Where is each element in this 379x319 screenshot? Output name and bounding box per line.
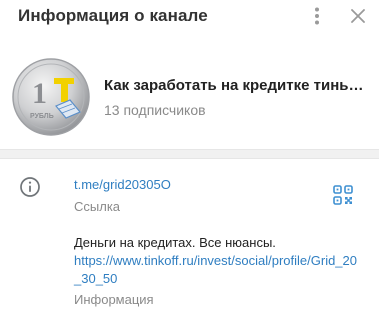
info-icon xyxy=(20,177,40,197)
more-vertical-icon xyxy=(315,7,319,25)
more-options-button[interactable] xyxy=(305,4,329,28)
panel-title: Информация о канале xyxy=(18,6,208,25)
section-divider xyxy=(0,149,379,159)
channel-name[interactable]: Как заработать на кредитке тинькофф xyxy=(104,77,366,94)
coin-label: РУБЛЬ xyxy=(30,113,54,120)
coin-avatar-image: 1 РУБЛЬ xyxy=(10,56,92,138)
coin-digit: 1 xyxy=(32,77,47,110)
close-icon xyxy=(351,9,365,23)
channel-description: Деньги на кредитах. Все нюансы. https://… xyxy=(74,234,364,288)
qr-code-icon xyxy=(333,185,353,205)
channel-link[interactable]: t.me/grid20305O xyxy=(74,177,171,192)
close-button[interactable] xyxy=(346,4,370,28)
header: Информация о канале xyxy=(0,0,379,34)
link-caption: Ссылка xyxy=(74,199,121,214)
description-text: Деньги на кредитах. Все нюансы. xyxy=(74,235,276,250)
subscriber-count: 13 подписчиков xyxy=(104,102,206,118)
channel-profile: 1 РУБЛЬ Как заработать на кредитке тиньк… xyxy=(0,50,379,146)
qr-code-button[interactable] xyxy=(332,184,354,206)
channel-avatar[interactable]: 1 РУБЛЬ xyxy=(10,56,92,138)
description-caption: Информация xyxy=(74,292,154,307)
description-link[interactable]: https://www.tinkoff.ru/invest/social/pro… xyxy=(74,252,364,288)
